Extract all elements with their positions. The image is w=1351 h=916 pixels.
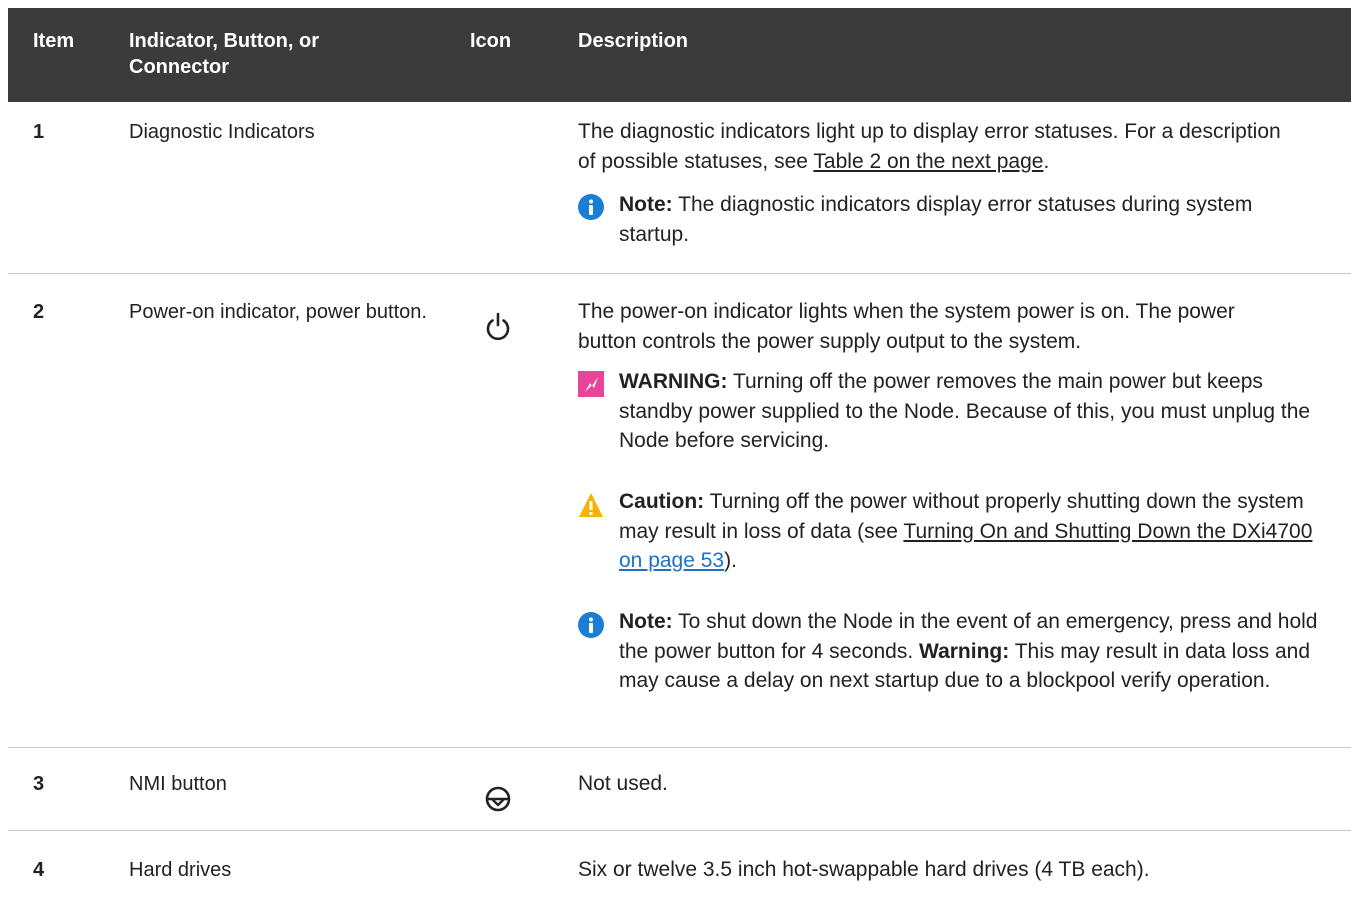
note-text: Note: The diagnostic indicators display … <box>619 193 1253 246</box>
table-link[interactable]: Table 2 on the next page <box>813 150 1043 173</box>
header-description: Description <box>578 30 689 52</box>
warning-icon <box>578 371 604 397</box>
page-link[interactable]: on page 53 <box>619 549 724 572</box>
caution-text: Caution: Turning off the power without p… <box>619 490 1313 572</box>
power-icon <box>486 312 510 341</box>
header-item: Item <box>33 30 75 52</box>
warning-text: WARNING: Turning off the power removes t… <box>619 370 1311 452</box>
row-divider <box>8 747 1351 748</box>
row-description: Not used. <box>578 772 668 795</box>
row-item-number: 2 <box>33 301 45 323</box>
info-icon <box>578 612 604 638</box>
row-divider <box>8 830 1351 831</box>
row-item-number: 3 <box>33 773 45 795</box>
caution-icon <box>579 493 603 517</box>
row-name: Diagnostic Indicators <box>129 121 315 143</box>
row-item-number: 1 <box>33 121 45 143</box>
header-icon: Icon <box>470 30 512 52</box>
turning-on-link[interactable]: Turning On and Shutting Down the DXi4700 <box>903 520 1312 543</box>
row-divider <box>8 273 1351 274</box>
row-description: Six or twelve 3.5 inch hot-swappable har… <box>578 858 1150 881</box>
note-text: Note: To shut down the Node in the event… <box>619 610 1318 692</box>
row-name: Hard drives <box>129 859 232 881</box>
nmi-icon <box>485 786 511 812</box>
row-name: Power-on indicator, power button. <box>129 301 427 323</box>
row-description: The power-on indicator lights when the s… <box>578 300 1235 353</box>
header-indicator: Indicator, Button, or Connector <box>129 30 319 78</box>
row-name: NMI button <box>129 773 227 795</box>
table-header: Item Indicator, Button, or Connector Ico… <box>8 8 1351 102</box>
row-item-number: 4 <box>33 859 45 881</box>
info-icon <box>578 194 604 220</box>
row-description: The diagnostic indicators light up to di… <box>578 120 1281 173</box>
